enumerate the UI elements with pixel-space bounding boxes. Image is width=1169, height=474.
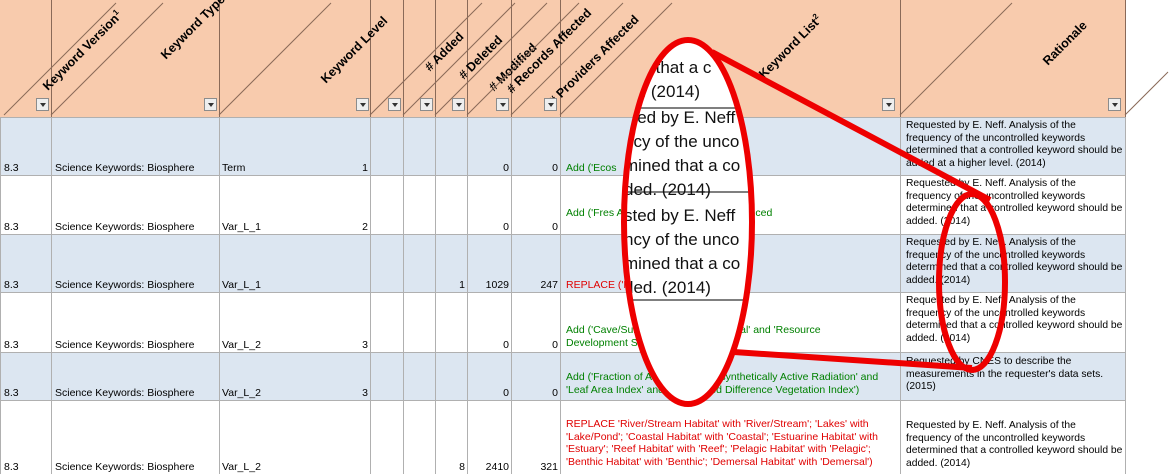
cell-modified[interactable]: 0 bbox=[467, 117, 509, 174]
cell-records-affected[interactable]: 321 bbox=[511, 400, 558, 473]
cell-records-affected[interactable]: 0 bbox=[511, 175, 558, 233]
cell-modified[interactable]: 2410 bbox=[467, 400, 509, 473]
filter-rationale-button[interactable] bbox=[1108, 98, 1121, 111]
cell-records-affected[interactable]: 247 bbox=[511, 234, 558, 291]
zoom-text-line: ncy of the unco bbox=[624, 230, 740, 249]
filter-deleted-button[interactable] bbox=[420, 98, 433, 111]
cell-rationale[interactable]: Requested by E. Neff. Analysis of the fr… bbox=[906, 120, 1123, 175]
cell-keyword-version[interactable]: 8.3 bbox=[4, 175, 50, 233]
cell-rationale[interactable]: Requested by E. Neff. Analysis of the fr… bbox=[906, 295, 1123, 350]
cell-keyword-level[interactable]: 2 bbox=[330, 175, 368, 233]
zoom-text-line: sted by E. Neff bbox=[624, 108, 736, 127]
spreadsheet: Keyword Version1 Keyword Type Keyword Le… bbox=[0, 0, 1169, 474]
zoom-text-line: sted by E. Neff bbox=[624, 206, 736, 225]
cell-keyword-type[interactable]: Science Keywords: Biosphere bbox=[55, 352, 217, 399]
cell-modified[interactable]: 1029 bbox=[467, 234, 509, 291]
cell-rationale[interactable]: Requested by E. Neff. Analysis of the fr… bbox=[906, 178, 1123, 233]
cell-keyword-type[interactable]: Science Keywords: Biosphere bbox=[55, 400, 217, 473]
zoom-text-line: ded. (2014) bbox=[624, 180, 711, 199]
cell-records-affected[interactable]: 0 bbox=[511, 352, 558, 399]
filter-keyword-level-button[interactable] bbox=[356, 98, 369, 111]
filter-keyword-version-button[interactable] bbox=[36, 98, 49, 111]
cell-level-name[interactable]: Var_L_2 bbox=[222, 292, 322, 351]
cell-rationale[interactable]: Requested by CNES to describe the measur… bbox=[906, 356, 1123, 400]
cell-rationale[interactable]: Requested by E. Neff. Analysis of the fr… bbox=[906, 237, 1123, 292]
cell-keyword-type[interactable]: Science Keywords: Biosphere bbox=[55, 292, 217, 351]
cell-deleted[interactable]: 1 bbox=[436, 234, 465, 291]
zoom-text-line: mined that a co bbox=[624, 254, 741, 273]
cell-keyword-version[interactable]: 8.3 bbox=[4, 352, 50, 399]
cell-level-name[interactable]: Term bbox=[222, 117, 322, 174]
cell-keyword-type[interactable]: Science Keywords: Biosphere bbox=[55, 175, 217, 233]
cell-keyword-level[interactable]: 3 bbox=[330, 352, 368, 399]
cell-level-name[interactable]: Var_L_1 bbox=[222, 234, 322, 291]
filter-added-button[interactable] bbox=[388, 98, 401, 111]
cell-keyword-version[interactable]: 8.3 bbox=[4, 117, 50, 174]
cell-keyword-list[interactable]: Add ('Fraction of Absorbed Photosyntheti… bbox=[566, 371, 900, 399]
cell-keyword-level[interactable]: 1 bbox=[330, 117, 368, 174]
cell-level-name[interactable]: Var_L_1 bbox=[222, 175, 322, 233]
filter-records-affected-button[interactable] bbox=[496, 98, 509, 111]
cell-modified[interactable]: 0 bbox=[467, 175, 509, 233]
header-diagonals bbox=[3, 2, 1169, 116]
cell-modified[interactable]: 0 bbox=[467, 352, 509, 399]
cell-modified[interactable]: 0 bbox=[467, 292, 509, 351]
cell-records-affected[interactable]: 0 bbox=[511, 292, 558, 351]
filter-keyword-type-button[interactable] bbox=[204, 98, 217, 111]
filter-keyword-list-button[interactable] bbox=[882, 98, 895, 111]
cell-level-name[interactable]: Var_L_2 bbox=[222, 400, 322, 473]
cell-records-affected[interactable]: 0 bbox=[511, 117, 558, 174]
cell-keyword-type[interactable]: Science Keywords: Biosphere bbox=[55, 117, 217, 174]
cell-keyword-type[interactable]: Science Keywords: Biosphere bbox=[55, 234, 217, 291]
filter-providers-affected-button[interactable] bbox=[544, 98, 557, 111]
zoom-text-line: ncy of the unco bbox=[624, 132, 740, 151]
cell-keyword-level[interactable]: 3 bbox=[330, 292, 368, 351]
cell-rationale[interactable]: Requested by E. Neff. Analysis of the fr… bbox=[906, 420, 1123, 474]
cell-deleted[interactable]: 8 bbox=[436, 400, 465, 473]
filter-modified-button[interactable] bbox=[452, 98, 465, 111]
cell-keyword-list[interactable]: REPLACE 'River/Stream Habitat' with 'Riv… bbox=[566, 418, 898, 474]
cell-keyword-version[interactable]: 8.3 bbox=[4, 292, 50, 351]
cell-keyword-version[interactable]: 8.3 bbox=[4, 400, 50, 473]
zoom-text-line: mined that a co bbox=[624, 156, 741, 175]
cell-keyword-version[interactable]: 8.3 bbox=[4, 234, 50, 291]
cell-level-name[interactable]: Var_L_2 bbox=[222, 352, 322, 399]
zoom-text-line: ded. (2014) bbox=[624, 278, 711, 297]
